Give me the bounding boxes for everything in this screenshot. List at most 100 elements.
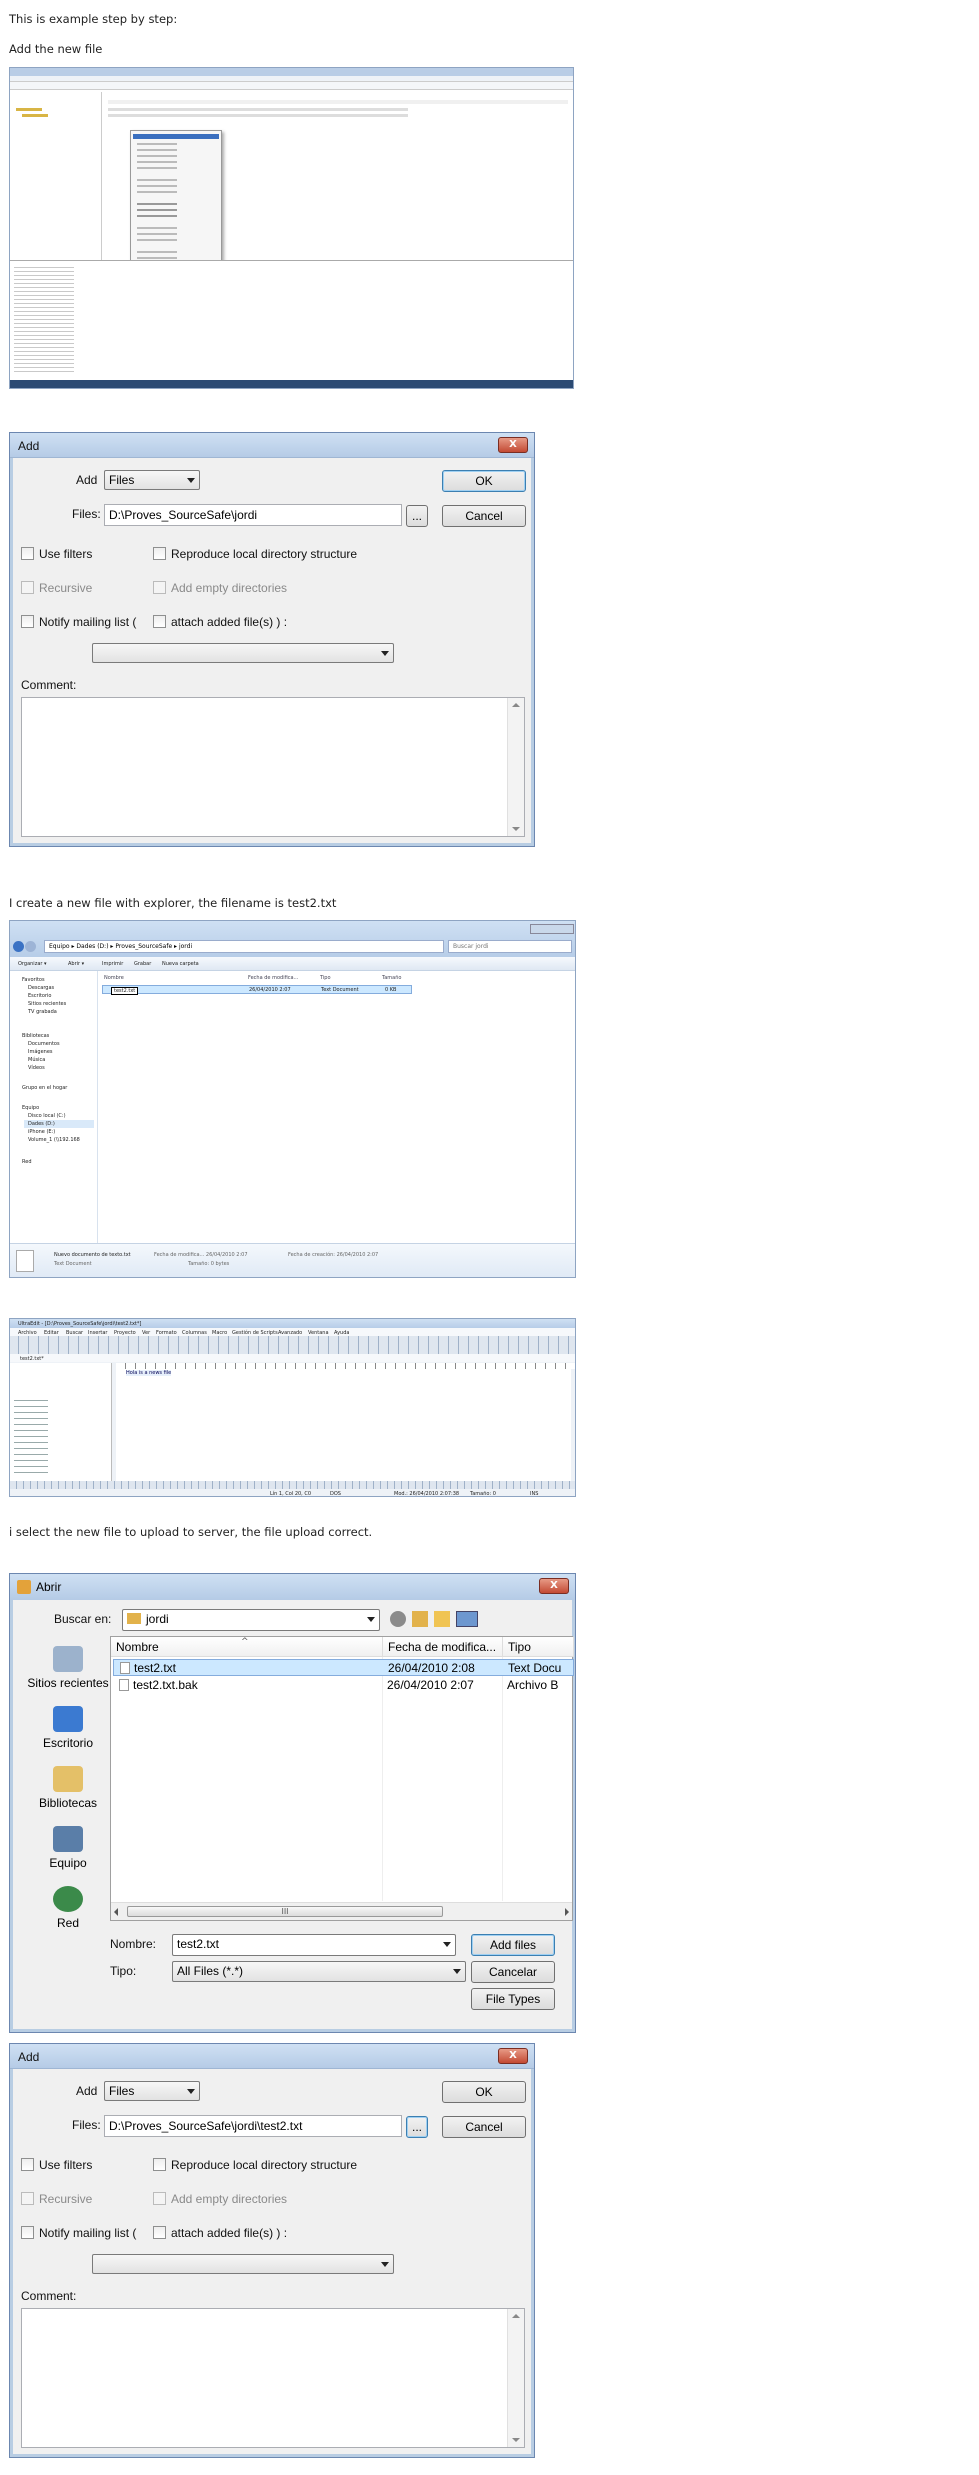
browse-button[interactable]: ... — [406, 2116, 428, 2138]
nav-item[interactable]: Vídeos — [28, 1065, 45, 1071]
place-recent[interactable]: Sitios recientes — [18, 1646, 118, 1690]
scroll-right-icon[interactable] — [565, 1908, 569, 1916]
scroll-left-icon[interactable] — [114, 1908, 118, 1916]
nav-item[interactable]: Volume_1 (\\192.168 — [28, 1137, 80, 1143]
new-folder-icon[interactable] — [434, 1611, 450, 1627]
name-value: test2.txt — [177, 1937, 220, 1951]
add-empty-checkbox[interactable] — [153, 2192, 166, 2205]
desktop-icon — [53, 1706, 83, 1732]
nav-item[interactable]: Grupo en el hogar — [22, 1085, 67, 1091]
nav-item[interactable]: Imágenes — [28, 1049, 53, 1055]
file-types-button[interactable]: File Types — [471, 1988, 555, 2010]
nav-item[interactable]: Equipo — [22, 1105, 39, 1111]
add-dialog-1: Add X Add Files OK Files: D:\Proves_Sour… — [9, 432, 535, 847]
nav-item[interactable]: Descargas — [28, 985, 54, 991]
view-menu-icon[interactable] — [456, 1611, 478, 1627]
add-files-button[interactable]: Add files — [471, 1934, 555, 1956]
add-type-select[interactable]: Files — [104, 470, 200, 490]
place-desktop[interactable]: Escritorio — [18, 1706, 118, 1750]
abrir-title: Abrir — [10, 1574, 575, 1600]
scrollbar[interactable] — [507, 698, 524, 836]
place-computer[interactable]: Equipo — [18, 1826, 118, 1870]
type-select[interactable]: All Files (*.*) — [172, 1961, 466, 1982]
files-field[interactable]: D:\Proves_SourceSafe\jordi — [104, 504, 402, 526]
nav-item[interactable]: Bibliotecas — [22, 1033, 49, 1039]
reproduce-checkbox[interactable] — [153, 547, 166, 560]
back-icon[interactable] — [13, 941, 24, 952]
close-button[interactable]: X — [498, 437, 528, 453]
comment-textarea[interactable] — [21, 697, 525, 837]
toolbar-imprimir[interactable]: Imprimir — [102, 961, 123, 967]
column-tamano[interactable]: Tamaño — [382, 975, 401, 981]
nav-item[interactable]: Documentos — [28, 1041, 60, 1047]
file-name[interactable]: test2.txt — [111, 987, 139, 995]
editor-area[interactable]: Hola is a news file — [116, 1369, 571, 1481]
cancel-button[interactable]: Cancel — [442, 2116, 526, 2138]
files-field[interactable]: D:\Proves_SourceSafe\jordi\test2.txt — [104, 2115, 402, 2137]
forward-icon[interactable] — [25, 941, 36, 952]
tab-test2[interactable]: test2.txt* — [20, 1356, 44, 1362]
recursive-checkbox[interactable] — [21, 2192, 34, 2205]
use-filters-checkbox[interactable] — [21, 547, 34, 560]
search-input[interactable]: Buscar jordi — [448, 940, 572, 953]
file-type: Text Document — [321, 987, 359, 993]
toolbar-organizar[interactable]: Organizar ▾ — [18, 961, 47, 967]
horizontal-scrollbar[interactable]: III — [111, 1902, 572, 1920]
up-folder-icon[interactable] — [412, 1611, 428, 1627]
close-button[interactable]: X — [539, 1578, 569, 1594]
attach-label: attach added file(s) ) : — [171, 615, 288, 629]
mailing-list-select[interactable] — [92, 643, 394, 663]
nav-item[interactable]: Disco local (C:) — [28, 1113, 66, 1119]
file-row[interactable]: test2.txt 26/04/2010 2:07 Text Document … — [102, 985, 412, 995]
back-icon[interactable] — [390, 1611, 406, 1627]
reproduce-checkbox[interactable] — [153, 2158, 166, 2171]
nav-item[interactable]: Dades (D:) — [28, 1121, 55, 1127]
chevron-down-icon — [187, 2089, 195, 2094]
column-tipo[interactable]: Tipo — [320, 975, 331, 981]
mailing-list-select[interactable] — [92, 2254, 394, 2274]
nav-item[interactable]: Favoritos — [22, 977, 45, 983]
folder-icon — [127, 1613, 141, 1624]
caption-upload: i select the new file to upload to serve… — [9, 1525, 373, 1539]
file-row[interactable]: test2.txt.bak 26/04/2010 2:07 Archivo B — [113, 1677, 574, 1694]
lookin-select[interactable]: jordi — [122, 1609, 380, 1631]
comment-textarea[interactable] — [21, 2308, 525, 2448]
status-size: Tamaño: 0 — [470, 1491, 496, 1497]
use-filters-checkbox[interactable] — [21, 2158, 34, 2171]
notify-checkbox[interactable] — [21, 2226, 34, 2239]
add-type-select[interactable]: Files — [104, 2081, 200, 2101]
toolbar-grabar[interactable]: Grabar — [134, 961, 151, 967]
ok-button[interactable]: OK — [442, 470, 526, 492]
notify-checkbox[interactable] — [21, 615, 34, 628]
column-tipo[interactable]: Tipo — [503, 1637, 574, 1657]
attach-checkbox[interactable] — [153, 615, 166, 628]
attach-checkbox[interactable] — [153, 2226, 166, 2239]
cancel-button[interactable]: Cancel — [442, 505, 526, 527]
nav-item[interactable]: TV grabada — [28, 1009, 57, 1015]
place-libraries[interactable]: Bibliotecas — [18, 1766, 118, 1810]
close-button[interactable]: X — [498, 2048, 528, 2064]
column-nombre[interactable]: Nombre — [104, 975, 124, 981]
toolbar-abrir[interactable]: Abrir ▾ — [68, 961, 84, 967]
breadcrumb[interactable]: Equipo ▸ Dades (D:) ▸ Proves_SourceSafe … — [44, 940, 444, 953]
scrollbar[interactable] — [507, 2309, 524, 2447]
recursive-checkbox[interactable] — [21, 581, 34, 594]
column-fecha[interactable]: Fecha de modifica... — [248, 975, 298, 981]
status-ins: INS — [530, 1491, 539, 1497]
browse-button[interactable]: ... — [406, 505, 428, 527]
name-field[interactable]: test2.txt — [172, 1934, 456, 1956]
chevron-down-icon — [187, 478, 195, 483]
column-fecha[interactable]: Fecha de modifica... — [383, 1637, 503, 1657]
add-empty-checkbox[interactable] — [153, 581, 166, 594]
nav-item[interactable]: Red — [22, 1159, 32, 1165]
place-network[interactable]: Red — [18, 1886, 118, 1930]
nav-item[interactable]: Escritorio — [28, 993, 51, 999]
file-row[interactable]: test2.txt 26/04/2010 2:08 Text Docu — [113, 1659, 574, 1676]
nav-item[interactable]: iPhone (E:) — [28, 1129, 55, 1135]
nav-item[interactable]: Sitios recientes — [28, 1001, 66, 1007]
nav-item[interactable]: Música — [28, 1057, 45, 1063]
toolbar-nueva-carpeta[interactable]: Nueva carpeta — [162, 961, 199, 967]
scroll-thumb[interactable]: III — [127, 1906, 443, 1917]
ok-button[interactable]: OK — [442, 2081, 526, 2103]
cancel-button[interactable]: Cancelar — [471, 1961, 555, 1983]
